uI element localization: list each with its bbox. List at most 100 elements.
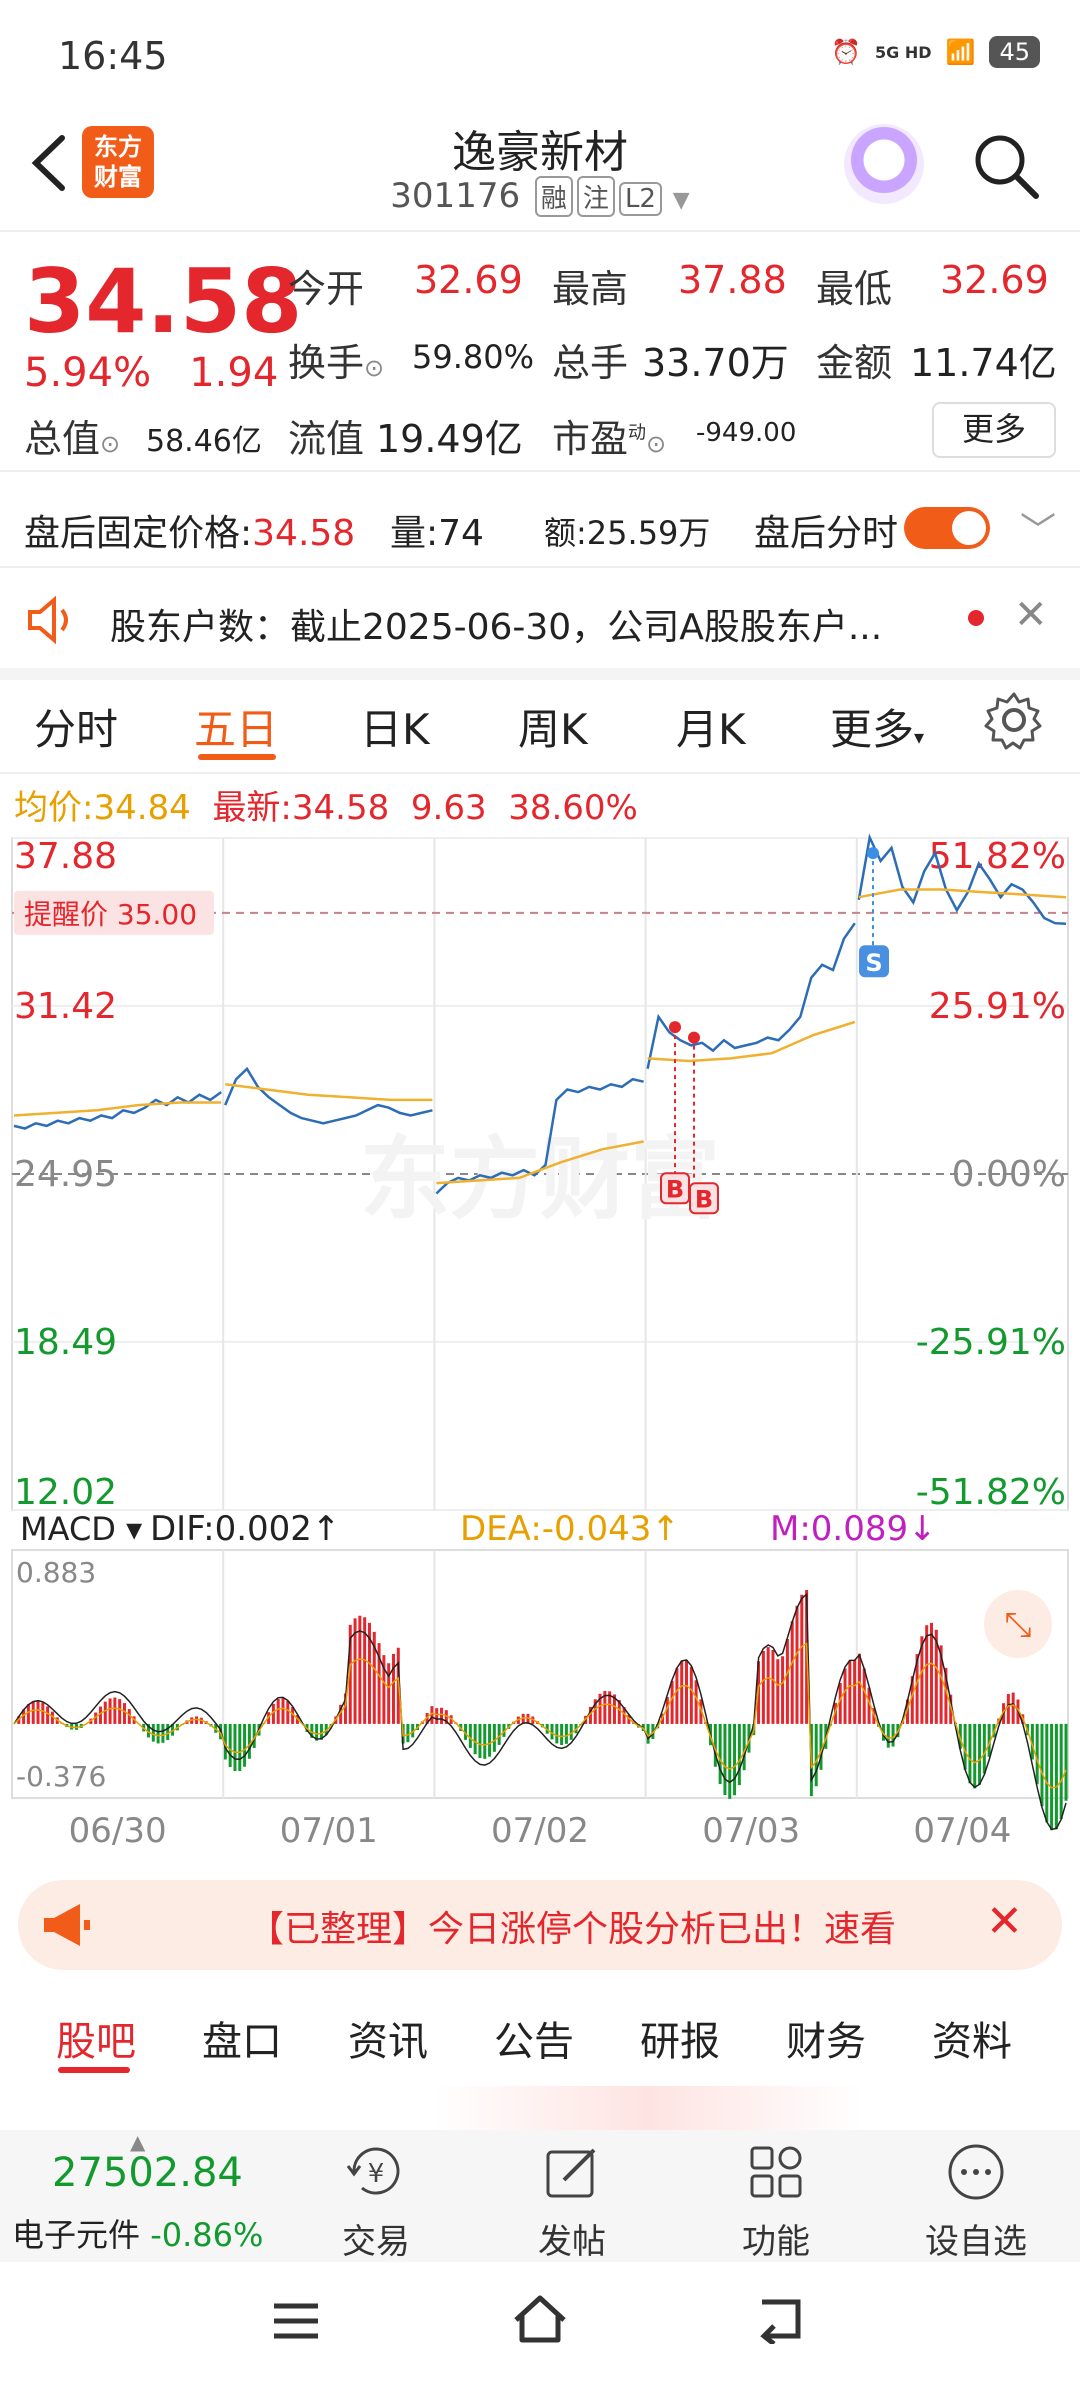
more-button[interactable]: 更多 — [932, 402, 1056, 458]
avg-line — [858, 888, 1067, 899]
price-axis-label: 31.42 — [14, 986, 117, 1027]
macd-frame — [11, 1549, 1069, 1799]
price-axis-label: 18.49 — [14, 1322, 117, 1363]
tag-attention: 注 — [576, 176, 615, 217]
macd-label: MACD ▾ — [20, 1510, 142, 1548]
trade-point — [867, 847, 879, 860]
index-info[interactable]: 电子元件 -0.86% — [12, 2210, 263, 2256]
trade-label[interactable]: 交易 — [316, 2214, 436, 2263]
index-value[interactable]: 27502.84 — [52, 2150, 243, 2196]
assistant-avatar[interactable] — [844, 124, 924, 204]
macd-bottom-label: -0.376 — [16, 1760, 106, 1793]
content-preview — [0, 2086, 1080, 2130]
five-day-chart[interactable]: 东方财富 提醒价 35.00 37.88 31.42 24.95 18.49 12.02 51… — [0, 830, 1080, 1860]
tab-more[interactable]: 更多▾ — [830, 696, 924, 757]
avg-label: 均价: — [14, 788, 94, 828]
status-icons: ⏰ 5G HD 📶 45 — [831, 36, 1040, 68]
quote-panel: 34.58 5.94% 1.94 今开 32.69 最高 37.88 最低 32… — [0, 232, 1080, 462]
after-hours-amt: 25.59万 — [586, 514, 711, 552]
promo-banner[interactable]: 【已整理】今日涨停个股分析已出！速看 ✕ — [18, 1880, 1062, 1970]
date-label: 07/04 — [913, 1811, 1011, 1851]
tab-monthly-k[interactable]: 月K — [676, 696, 746, 757]
tab-news[interactable]: 资讯 — [348, 2009, 428, 2067]
pe-value: -949.00 — [696, 418, 797, 448]
trade-icon[interactable]: ¥ — [336, 2140, 416, 2208]
home-icon[interactable] — [510, 2292, 570, 2350]
turnover-label: 换手⊙ — [288, 341, 385, 385]
pct-axis-label: 51.82% — [929, 836, 1066, 877]
date-label: 07/01 — [280, 1811, 378, 1851]
menu-icon[interactable] — [270, 2296, 322, 2350]
macd-dea: DEA:-0.043↑ — [460, 1509, 680, 1549]
pct-axis-label: 0.00% — [952, 1154, 1066, 1195]
after-hours-price: 34.58 — [252, 513, 356, 554]
divider — [0, 566, 1080, 568]
after-hours-bar: 盘后固定价格:34.58 量:74 额:25.59万 盘后分时 ﹀ — [0, 484, 1080, 568]
tab-forum[interactable]: 股吧 — [56, 2009, 136, 2067]
float-value: 19.49亿 — [376, 417, 523, 461]
function-icon[interactable] — [744, 2140, 808, 2208]
tab-indicator — [198, 754, 276, 760]
status-bar: 16:45 ⏰ 5G HD 📶 45 — [0, 0, 1080, 110]
amount-label: 金额 — [816, 341, 893, 385]
tab-profile[interactable]: 资料 — [932, 2009, 1012, 2067]
watchlist-icon[interactable] — [944, 2140, 1008, 2208]
price-line — [646, 922, 856, 1070]
tab-research[interactable]: 研报 — [640, 2009, 720, 2067]
after-hours-vol: 74 — [438, 513, 484, 554]
after-hours-label: 盘后固定价格: — [24, 513, 253, 554]
macd-m: M:0.089↓ — [770, 1509, 937, 1549]
gear-icon[interactable] — [984, 690, 1044, 760]
info-icon[interactable]: ⊙ — [646, 430, 666, 458]
period-change: 9.63 — [410, 788, 487, 828]
tab-orderbook[interactable]: 盘口 — [202, 2009, 282, 2067]
pe-label: 市盈动⊙ — [552, 417, 667, 461]
search-icon[interactable] — [970, 130, 1042, 206]
close-icon[interactable]: ✕ — [986, 1896, 1023, 1947]
high-label: 最高 — [552, 267, 629, 311]
back-nav-icon[interactable] — [752, 2294, 808, 2348]
info-tabs: 股吧 盘口 资讯 公告 研报 财务 资料 — [0, 1985, 1080, 2085]
notice-bar[interactable]: 股东户数：截止2025-06-30，公司A股股东户... ✕ — [0, 572, 1080, 668]
tab-financials[interactable]: 财务 — [786, 2009, 866, 2067]
tab-five-day[interactable]: 五日 — [194, 696, 278, 757]
post-label[interactable]: 发帖 — [512, 2214, 632, 2263]
tab-weekly-k[interactable]: 周K — [518, 696, 588, 757]
tab-intraday[interactable]: 分时 — [34, 696, 118, 757]
bottom-toolbar: ▲ 27502.84 电子元件 -0.86% ¥ 交易 发帖 功能 设自选 — [0, 2130, 1080, 2270]
buy-marker-label: B — [666, 1175, 684, 1203]
float-label: 流值 — [288, 417, 365, 461]
buy-marker-label: B — [695, 1185, 713, 1213]
post-icon[interactable] — [540, 2140, 604, 2208]
chart-svg[interactable]: 东方财富提醒价 35.0037.8831.4224.9518.4912.0251… — [0, 830, 1080, 1860]
unread-dot — [968, 610, 984, 626]
turnover-value: 59.80% — [412, 338, 535, 376]
chevron-down-icon[interactable]: ﹀ — [1020, 502, 1056, 554]
expand-icon-glyph: ⤡ — [1004, 1605, 1031, 1645]
after-hours-toggle[interactable] — [904, 507, 990, 549]
alert-label: 提醒价 35.00 — [24, 898, 197, 931]
last-price: 34.58 — [24, 250, 303, 353]
watchlist-label[interactable]: 设自选 — [916, 2214, 1036, 2263]
tab-daily-k[interactable]: 日K — [360, 696, 430, 757]
speaker-icon — [26, 595, 78, 653]
divider — [0, 470, 1080, 472]
tag-margin: 融 — [534, 176, 573, 217]
after-hours-amt-label: 额: — [544, 514, 587, 552]
system-nav-bar — [0, 2262, 1080, 2388]
chevron-down-icon[interactable]: ▼ — [673, 188, 690, 213]
price-axis-label: 24.95 — [14, 1154, 117, 1195]
close-icon[interactable]: ✕ — [1014, 592, 1048, 638]
volume-value: 33.70万 — [642, 341, 789, 385]
function-label[interactable]: 功能 — [716, 2214, 836, 2263]
last-label: 最新: — [212, 788, 292, 828]
after-hours-vol-label: 量: — [390, 513, 439, 554]
info-icon[interactable]: ⊙ — [100, 430, 120, 458]
date-label: 07/03 — [702, 1811, 800, 1851]
sell-marker-label: S — [865, 949, 882, 977]
high-value: 37.88 — [678, 258, 787, 302]
info-icon[interactable]: ⊙ — [364, 354, 384, 382]
tab-announcements[interactable]: 公告 — [494, 2009, 574, 2067]
banner-text: 【已整理】今日涨停个股分析已出！速看 — [248, 1909, 897, 1950]
network-label: 5G HD — [875, 42, 932, 62]
